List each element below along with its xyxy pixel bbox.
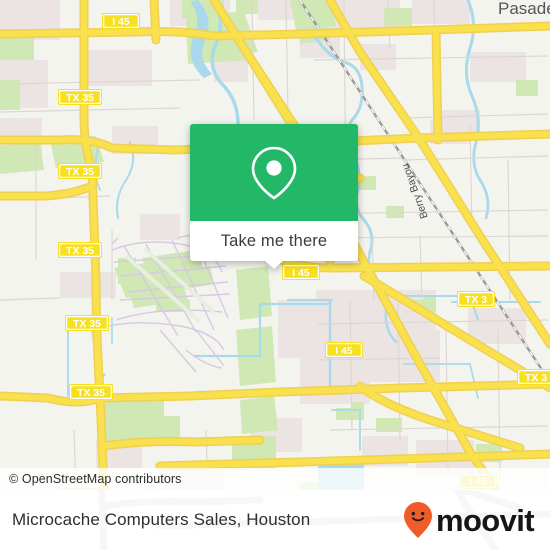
moovit-wordmark: moovit (435, 502, 535, 538)
take-me-there-button[interactable]: Take me there (190, 221, 358, 261)
place-title: Microcache Computers Sales, Houston (12, 490, 310, 550)
popup-header (190, 124, 358, 221)
highway-shield: TX 35 (58, 163, 102, 179)
highway-shield: TX 35 (58, 89, 102, 105)
highway-shield: TX 3 (517, 369, 550, 385)
popup-tail-pointer (264, 260, 284, 269)
attribution-text: © OpenStreetMap contributors (9, 472, 182, 486)
location-popup-card[interactable]: Take me there (190, 124, 358, 269)
highway-shield-label: I 45 (335, 345, 353, 357)
highway-shield-label: TX 35 (66, 166, 94, 178)
map-attribution: © OpenStreetMap contributors (0, 468, 550, 490)
map-canvas[interactable]: Pasadena Berry Bayou I 45TX 35TX 35TX 35… (0, 0, 550, 490)
highway-shield: TX 35 (65, 315, 109, 331)
highway-shield-label: I 45 (112, 16, 130, 28)
highway-shield: I 45 (102, 13, 140, 29)
highway-shield: TX 35 (69, 384, 113, 400)
place-title-text: Microcache Computers Sales, Houston (12, 510, 311, 529)
highway-shield: TX 35 (58, 242, 102, 258)
highway-shield-label: TX 3 (525, 372, 547, 384)
map-pin-icon (251, 146, 297, 200)
highway-shield-label: TX 35 (66, 92, 94, 104)
map-screenshot: Pasadena Berry Bayou I 45TX 35TX 35TX 35… (0, 0, 550, 550)
highway-shield: I 45 (282, 264, 320, 280)
highway-shield: I 45 (325, 342, 363, 358)
highway-shield-label: TX 35 (77, 387, 105, 399)
take-me-there-label: Take me there (220, 231, 328, 250)
highway-shield-label: TX 35 (66, 245, 94, 257)
moovit-smiley-pin-icon (403, 502, 432, 538)
highway-shield-label: TX 3 (465, 294, 487, 306)
highway-shield-label: TX 35 (73, 318, 101, 330)
highway-shield: TX 3 (457, 291, 495, 307)
highway-shield-label: I 45 (292, 267, 310, 279)
footer-bar: Microcache Computers Sales, Houston moov… (0, 490, 550, 550)
moovit-logo[interactable]: moovit (403, 490, 535, 550)
